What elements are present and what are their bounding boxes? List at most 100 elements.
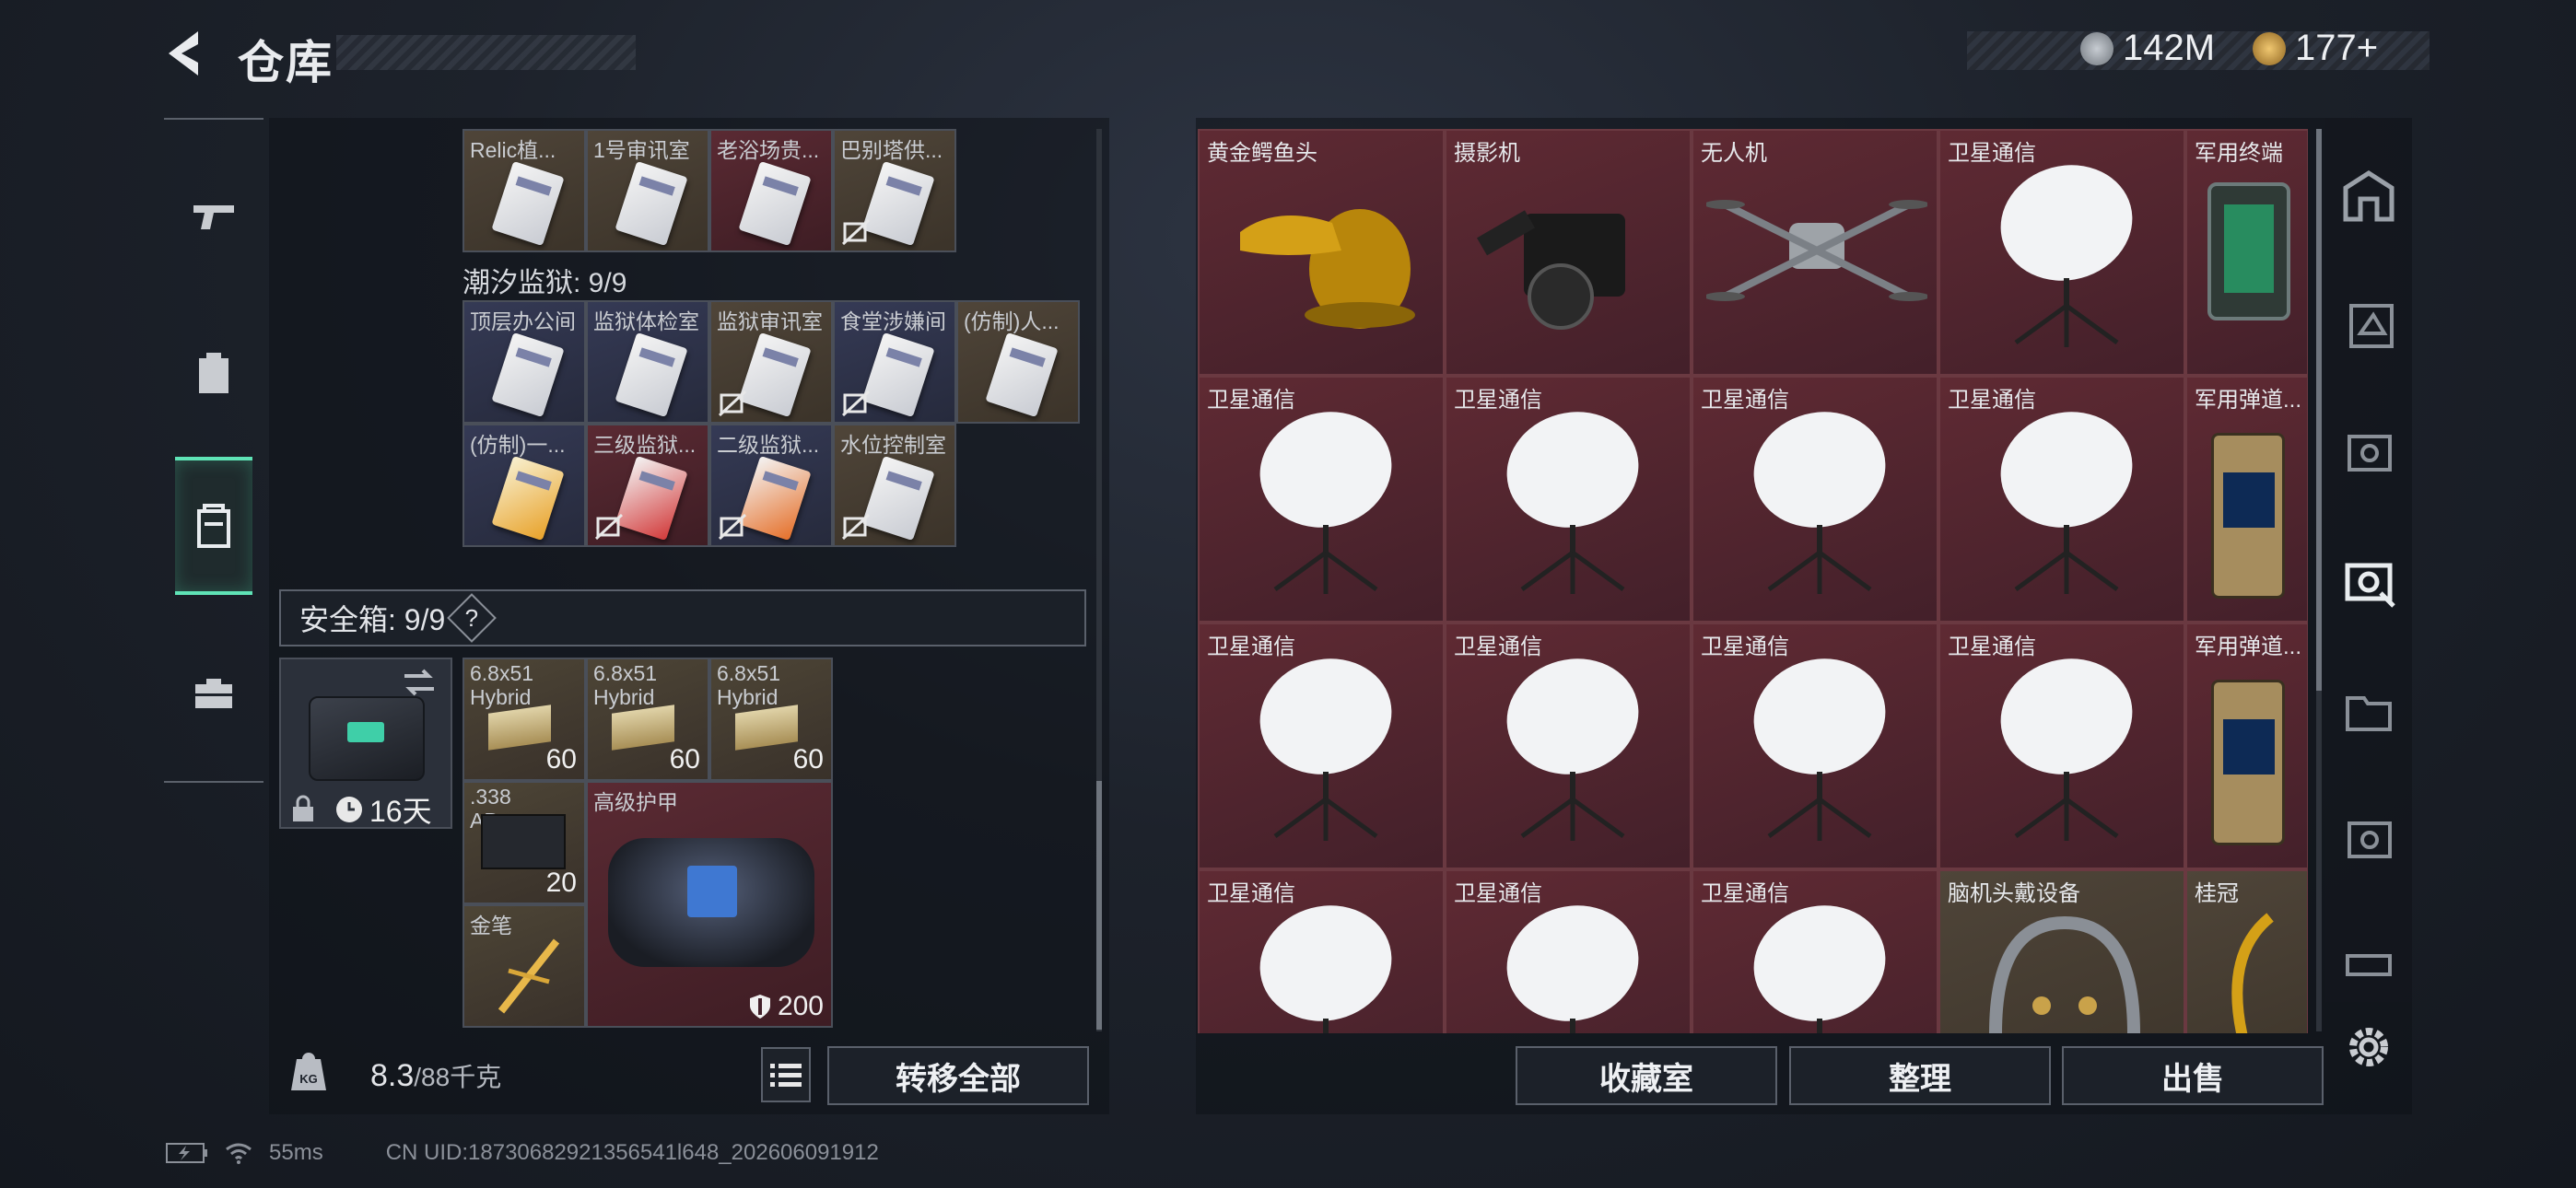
no-transfer-icon bbox=[842, 219, 870, 245]
stash-item[interactable]: 卫星通信 bbox=[1692, 376, 1938, 623]
keycard-slot[interactable]: (仿制)人... bbox=[956, 300, 1080, 424]
keycard-slot[interactable]: 顶层办公间 bbox=[463, 300, 586, 424]
stash-item[interactable]: 卫星通信 bbox=[1445, 623, 1692, 869]
brain-headset-image bbox=[1989, 915, 2140, 1033]
no-transfer-icon bbox=[595, 514, 623, 540]
gold-crocodile-head-image bbox=[1240, 209, 1415, 329]
stash-item[interactable]: 卫星通信 bbox=[1445, 869, 1692, 1033]
collection-room-button[interactable]: 收藏室 bbox=[1516, 1046, 1777, 1105]
tide-prison-title: 潮汐监狱: 9/9 bbox=[463, 268, 627, 298]
keycard-slot[interactable]: 1号审讯室 bbox=[586, 129, 709, 252]
stash-home-icon[interactable] bbox=[2338, 166, 2399, 227]
stash-item[interactable]: 无人机 bbox=[1692, 129, 1938, 376]
stash-item[interactable]: 卫星通信 bbox=[1692, 869, 1938, 1033]
armory-icon[interactable] bbox=[2338, 809, 2399, 869]
stash-item[interactable]: 军用终端 bbox=[2185, 129, 2308, 376]
safebox-header: 安全箱: 9/9 ? bbox=[279, 589, 1086, 646]
currency-silver: 142M bbox=[2080, 28, 2215, 69]
weapon-tab[interactable] bbox=[175, 147, 252, 285]
keycard-slot[interactable]: 二级监狱... bbox=[709, 424, 833, 547]
tier-four-icon[interactable] bbox=[2338, 928, 2399, 989]
stash-item[interactable]: 黄金鳄鱼头 bbox=[1198, 129, 1445, 376]
keycard-slot[interactable]: 老浴场贵... bbox=[709, 129, 833, 252]
container-tab[interactable] bbox=[175, 457, 252, 595]
keycard-slot[interactable]: (仿制)一... bbox=[463, 424, 586, 547]
briefcase-tab[interactable] bbox=[175, 624, 252, 763]
ammo-item[interactable]: .338 AP 20 bbox=[463, 781, 586, 904]
stash-item[interactable]: 军用弹道... bbox=[2185, 623, 2308, 869]
stash-item[interactable]: 桂冠 bbox=[2185, 869, 2308, 1033]
no-transfer-icon bbox=[842, 390, 870, 416]
ammo-item[interactable]: 6.8x51 Hybrid 60 bbox=[586, 658, 709, 781]
keycard-slot[interactable]: 三级监狱... bbox=[586, 424, 709, 547]
ballistic-computer-image bbox=[2211, 680, 2285, 845]
sort-button[interactable]: 整理 bbox=[1789, 1046, 2051, 1105]
stash-item[interactable]: 卫星通信 bbox=[1445, 376, 1692, 623]
folder-icon[interactable] bbox=[2338, 680, 2399, 740]
keycard-icon bbox=[861, 455, 935, 542]
ammo-item[interactable]: 6.8x51 Hybrid 60 bbox=[709, 658, 833, 781]
backpack-tab[interactable] bbox=[175, 304, 252, 442]
keycard-slot[interactable]: 水位控制室 bbox=[833, 424, 956, 547]
uid: CN UID:18730682921356541l648_20260609191… bbox=[385, 1140, 879, 1165]
keycard-icon bbox=[491, 160, 565, 247]
no-transfer-icon bbox=[719, 390, 746, 416]
container-icon bbox=[197, 504, 230, 548]
keycard-slot[interactable]: 巴别塔供... bbox=[833, 129, 956, 252]
settings-gear-icon[interactable] bbox=[2346, 1024, 2392, 1070]
left-nav bbox=[164, 118, 263, 783]
pen-item[interactable]: 金笔 bbox=[463, 904, 586, 1028]
stash-item[interactable]: 卫星通信 bbox=[1938, 129, 2185, 376]
satellite-dish-image bbox=[1506, 905, 1639, 1033]
keycard-icon bbox=[491, 455, 565, 542]
stash-item[interactable]: 军用弹道... bbox=[2185, 376, 2308, 623]
military-terminal-image bbox=[2207, 182, 2290, 320]
clock-icon bbox=[336, 797, 362, 822]
stash-item[interactable]: 卫星通信 bbox=[1198, 869, 1445, 1033]
stash-item[interactable]: 卫星通信 bbox=[1692, 623, 1938, 869]
armor-item[interactable]: 高级护甲 200 bbox=[586, 781, 833, 1028]
stash-item[interactable]: 卫星通信 bbox=[1938, 376, 2185, 623]
gold-pen-icon bbox=[498, 938, 560, 1014]
shield-icon bbox=[749, 995, 770, 1019]
keycard-slot[interactable]: Relic植... bbox=[463, 129, 586, 252]
satellite-dish-image bbox=[1753, 412, 1886, 594]
satellite-dish-image bbox=[2000, 658, 2133, 841]
ammo-item[interactable]: 6.8x51 Hybrid 60 bbox=[463, 658, 586, 781]
keycard-icon bbox=[985, 332, 1059, 418]
ammo-box-icon bbox=[735, 705, 798, 751]
keycard-slot[interactable]: 监狱审讯室 bbox=[709, 300, 833, 424]
left-scrollbar[interactable] bbox=[1096, 781, 1102, 1030]
backpack-icon bbox=[199, 353, 228, 393]
satellite-dish-image bbox=[2000, 412, 2133, 594]
gold-coin-icon bbox=[2253, 31, 2286, 65]
camera-image bbox=[1477, 210, 1625, 330]
keycard-icon bbox=[491, 332, 565, 418]
list-view-button[interactable] bbox=[761, 1047, 811, 1102]
stash-item[interactable]: 卫星通信 bbox=[1198, 376, 1445, 623]
safebox-item[interactable]: 16天 bbox=[279, 658, 452, 829]
stash-item[interactable]: 脑机头戴设备 bbox=[1938, 869, 2185, 1033]
right-scrollbar[interactable] bbox=[2316, 129, 2322, 691]
stash-item[interactable]: 卫星通信 bbox=[1198, 623, 1445, 869]
ammo-box-icon bbox=[612, 705, 674, 751]
collectibles-icon[interactable] bbox=[2338, 551, 2399, 611]
stash-item[interactable]: 摄影机 bbox=[1445, 129, 1692, 376]
sell-button[interactable]: 出售 bbox=[2062, 1046, 2324, 1105]
satellite-dish-image bbox=[1259, 658, 1392, 841]
back-button[interactable] bbox=[161, 26, 207, 81]
transfer-all-button[interactable]: 转移全部 bbox=[827, 1046, 1089, 1105]
stash-item[interactable]: 卫星通信 bbox=[1938, 623, 2185, 869]
satellite-dish-image bbox=[1753, 905, 1886, 1033]
wifi-icon bbox=[226, 1143, 252, 1164]
keycard-slot[interactable]: 监狱体检室 bbox=[586, 300, 709, 424]
help-icon[interactable]: ? bbox=[447, 593, 498, 643]
svg-text:KG: KG bbox=[299, 1072, 318, 1086]
keycard-slot[interactable]: 食堂涉嫌间 bbox=[833, 300, 956, 424]
gear-chest-icon[interactable] bbox=[2338, 422, 2399, 483]
safebox-image bbox=[309, 696, 425, 781]
ping: 55ms bbox=[269, 1140, 323, 1165]
safebox-title: 安全箱: 9/9 bbox=[299, 603, 446, 636]
keycard-icon bbox=[738, 160, 812, 247]
backpack-slot-icon[interactable] bbox=[2338, 293, 2399, 354]
